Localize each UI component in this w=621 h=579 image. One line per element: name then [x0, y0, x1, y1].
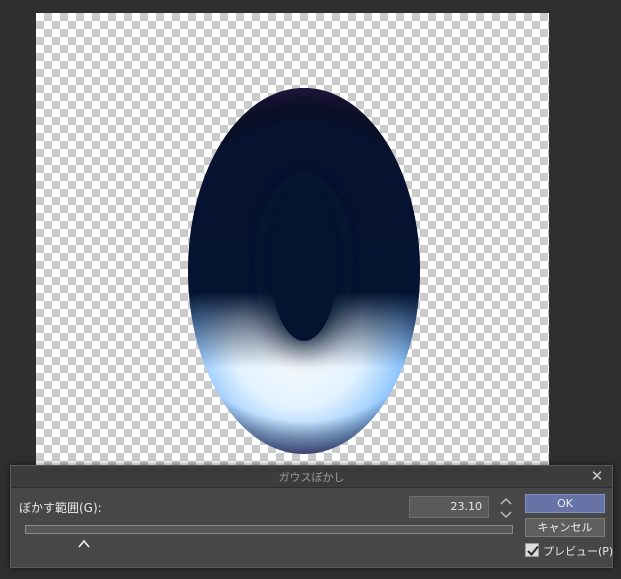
close-icon[interactable]: ✕	[588, 467, 606, 485]
cancel-button[interactable]: キャンセル	[525, 518, 605, 537]
preview-checkbox[interactable]	[525, 543, 539, 557]
dialog-titlebar[interactable]: ガウスぼかし ✕	[11, 466, 612, 488]
blur-range-input[interactable]: 23.10	[409, 496, 489, 518]
dialog-title: ガウスぼかし	[278, 471, 345, 484]
gaussian-blur-dialog: ガウスぼかし ✕ ぼかす範囲(G): 23.10 OK キャンセル プレビュー(…	[10, 465, 613, 568]
workspace: ガウスぼかし ✕ ぼかす範囲(G): 23.10 OK キャンセル プレビュー(…	[0, 0, 621, 579]
ok-button[interactable]: OK	[525, 494, 605, 513]
checkmark-icon	[527, 545, 539, 556]
blurred-egg-shape	[188, 88, 420, 454]
up-down-arrows-icon[interactable]	[499, 496, 513, 520]
blur-range-slider[interactable]	[25, 525, 513, 534]
blur-range-label: ぼかす範囲(G):	[19, 501, 102, 515]
preview-label: プレビュー(P)	[543, 545, 614, 558]
slider-thumb[interactable]	[77, 533, 90, 548]
canvas[interactable]	[36, 13, 549, 465]
